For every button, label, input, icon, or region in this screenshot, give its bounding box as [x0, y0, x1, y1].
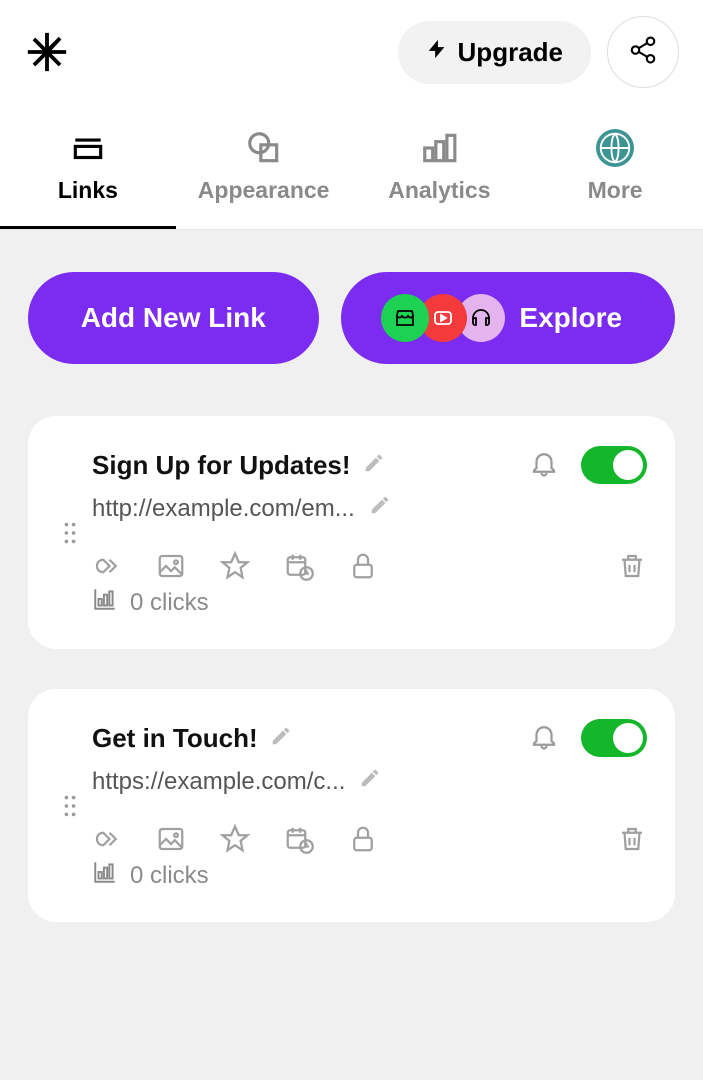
share-icon [628, 35, 658, 70]
brand-logo[interactable] [24, 29, 70, 75]
click-count: 0 clicks [130, 862, 209, 890]
tab-label: More [588, 177, 643, 204]
upgrade-button[interactable]: Upgrade [398, 21, 591, 84]
tab-label: Appearance [198, 177, 330, 204]
edit-title-icon[interactable] [270, 725, 292, 752]
tab-analytics[interactable]: Analytics [352, 104, 528, 229]
add-new-link-button[interactable]: Add New Link [28, 272, 319, 364]
upgrade-label: Upgrade [458, 37, 563, 68]
bell-icon[interactable] [529, 721, 559, 756]
delete-icon[interactable] [617, 824, 647, 859]
explore-button[interactable]: Explore [341, 272, 676, 364]
stats-icon [92, 859, 118, 892]
links-tab-icon [69, 129, 107, 167]
tab-appearance[interactable]: Appearance [176, 104, 352, 229]
image-icon[interactable] [156, 551, 186, 586]
store-icon [381, 294, 429, 342]
link-url: https://example.com/c... [92, 768, 345, 796]
link-url: http://example.com/em... [92, 495, 355, 523]
drag-handle[interactable] [48, 719, 92, 892]
lock-icon[interactable] [348, 824, 378, 859]
schedule-icon[interactable] [284, 551, 314, 586]
edit-url-icon[interactable] [369, 494, 391, 523]
tab-more[interactable]: More [527, 104, 703, 229]
top-bar: Upgrade [0, 0, 703, 104]
appearance-tab-icon [245, 129, 283, 167]
edit-title-icon[interactable] [363, 452, 385, 479]
link-title: Sign Up for Updates! [92, 450, 351, 481]
link-toggle[interactable] [581, 719, 647, 757]
edit-url-icon[interactable] [359, 767, 381, 796]
lightning-icon [426, 35, 448, 70]
redirect-icon[interactable] [92, 824, 122, 859]
star-icon[interactable] [220, 551, 250, 586]
redirect-icon[interactable] [92, 551, 122, 586]
schedule-icon[interactable] [284, 824, 314, 859]
star-icon[interactable] [220, 824, 250, 859]
delete-icon[interactable] [617, 551, 647, 586]
analytics-tab-icon [420, 129, 458, 167]
explore-icon-stack [381, 294, 505, 342]
image-icon[interactable] [156, 824, 186, 859]
add-new-link-label: Add New Link [81, 302, 266, 334]
click-count: 0 clicks [130, 589, 209, 617]
explore-label: Explore [519, 302, 622, 334]
tab-label: Links [58, 177, 118, 204]
link-toggle[interactable] [581, 446, 647, 484]
tab-links[interactable]: Links [0, 104, 176, 229]
link-title: Get in Touch! [92, 723, 258, 754]
link-card: Sign Up for Updates! http://example.com/… [28, 416, 675, 649]
lock-icon[interactable] [348, 551, 378, 586]
drag-handle[interactable] [48, 446, 92, 619]
stats-icon [92, 586, 118, 619]
content-area: Add New Link Explore Sign Up fo [0, 230, 703, 1004]
more-tab-icon [596, 129, 634, 167]
tab-label: Analytics [388, 177, 490, 204]
share-button[interactable] [607, 16, 679, 88]
link-card: Get in Touch! https://example.com/c... [28, 689, 675, 922]
main-tabs: Links Appearance Analytics More [0, 104, 703, 230]
bell-icon[interactable] [529, 448, 559, 483]
